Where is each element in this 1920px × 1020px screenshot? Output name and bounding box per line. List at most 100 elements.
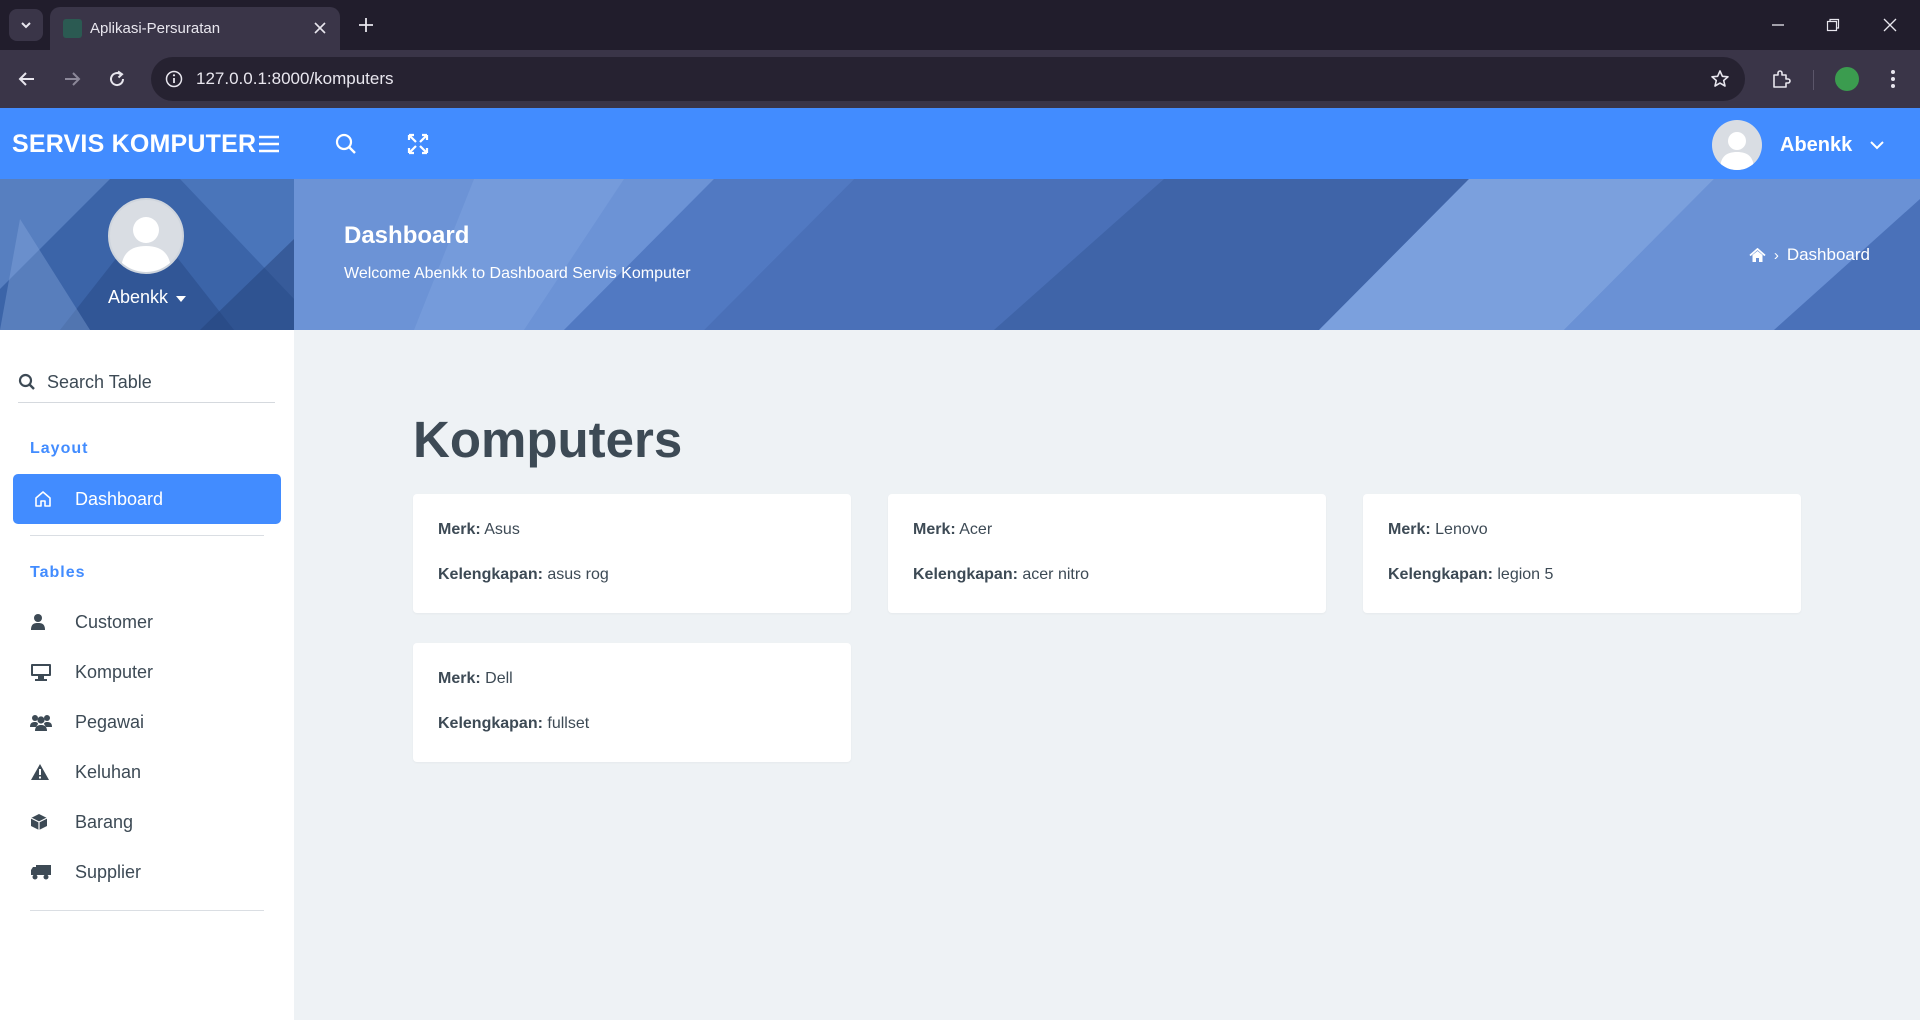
sidebar-item-supplier[interactable]: Supplier [30, 852, 280, 892]
kelengkapan-label: Kelengkapan: [913, 566, 1018, 583]
sidebar-profile: Abenkk [0, 179, 294, 330]
sidebar-heading-layout: Layout [30, 440, 89, 457]
sidebar-heading-tables: Tables [30, 564, 86, 581]
kelengkapan-value: legion 5 [1497, 566, 1554, 583]
sidebar-item-label: Pegawai [75, 711, 145, 732]
header-search-button[interactable] [330, 128, 362, 160]
breadcrumb-separator: › [1773, 246, 1779, 264]
kelengkapan-label: Kelengkapan: [438, 566, 543, 583]
kebab-menu-icon [1891, 70, 1895, 88]
tab-search-button[interactable] [9, 9, 43, 41]
merk-label: Merk: [1388, 521, 1431, 538]
kelengkapan-value: fullset [547, 715, 590, 732]
sidebar-item-keluhan[interactable]: Keluhan [30, 752, 280, 792]
page-title: Dashboard [344, 222, 470, 249]
reload-icon [110, 70, 125, 87]
plus-icon [359, 18, 373, 32]
profile-button[interactable] [1830, 62, 1864, 96]
header-user-name: Abenkk [1780, 133, 1853, 156]
komputer-card: Merk: Acer Kelengkapan: acer nitro [888, 494, 1326, 613]
arrow-left-icon [18, 72, 34, 86]
bookmark-button[interactable] [1709, 68, 1731, 90]
fullscreen-button[interactable] [402, 128, 434, 160]
page-subtitle: Welcome Abenkk to Dashboard Servis Kompu… [344, 265, 691, 282]
merk-label: Merk: [438, 521, 481, 538]
komputer-card: Merk: Dell Kelengkapan: fullset [413, 643, 851, 762]
kelengkapan-label: Kelengkapan: [438, 715, 543, 732]
search-icon [18, 373, 35, 390]
toolbar-divider [1813, 70, 1814, 90]
card-merk: Merk: Asus [438, 521, 520, 539]
caret-down-icon [176, 295, 187, 302]
profile-avatar-icon [1835, 67, 1859, 91]
new-tab-button[interactable] [352, 11, 380, 39]
search-table-input[interactable] [47, 369, 267, 395]
arrow-right-icon [65, 72, 81, 86]
card-kelengkapan: Kelengkapan: legion 5 [1388, 566, 1553, 584]
reload-button[interactable] [100, 62, 134, 96]
breadcrumb: › Dashboard [1749, 245, 1870, 265]
merk-label: Merk: [438, 670, 481, 687]
user-silhouette-icon [121, 217, 171, 272]
sidebar-divider [30, 535, 264, 536]
tab-title: Aplikasi-Persuratan [90, 20, 221, 37]
merk-value: Dell [485, 670, 513, 687]
browser-titlebar: Aplikasi-Persuratan [0, 0, 1920, 50]
sidebar-item-komputer[interactable]: Komputer [30, 652, 280, 692]
star-icon [1711, 70, 1729, 87]
merk-label: Merk: [913, 521, 956, 538]
close-icon [1883, 18, 1897, 32]
sidebar-item-label: Keluhan [75, 761, 142, 782]
banner-background [294, 179, 1920, 330]
warning-icon [30, 761, 56, 783]
url-text: 127.0.0.1:8000/komputers [196, 69, 394, 88]
back-button[interactable] [10, 62, 44, 96]
sidebar-divider [30, 910, 264, 911]
search-icon [335, 133, 356, 154]
merk-value: Lenovo [1435, 521, 1488, 538]
sidebar-user-menu[interactable]: Abenkk [0, 287, 294, 308]
card-merk: Merk: Lenovo [1388, 521, 1488, 539]
page-banner: Dashboard Welcome Abenkk to Dashboard Se… [294, 179, 1920, 330]
home-icon[interactable] [1749, 247, 1766, 263]
merk-value: Acer [959, 521, 993, 538]
merk-value: Asus [484, 521, 520, 538]
sidebar-item-label: Barang [75, 811, 134, 832]
card-kelengkapan: Kelengkapan: fullset [438, 715, 589, 733]
sidebar-avatar[interactable] [108, 198, 184, 274]
info-icon [165, 70, 183, 88]
restore-icon [1826, 18, 1840, 32]
truck-icon [30, 861, 56, 883]
sidebar-item-label: Dashboard [75, 488, 164, 509]
sidebar-item-dashboard[interactable]: Dashboard [13, 474, 281, 524]
user-silhouette-icon [1720, 132, 1754, 170]
minimize-button[interactable] [1760, 10, 1796, 40]
card-kelengkapan: Kelengkapan: acer nitro [913, 566, 1089, 584]
chevron-down-icon [1868, 136, 1886, 154]
tab-close-button[interactable] [310, 18, 330, 38]
extensions-button[interactable] [1764, 62, 1798, 96]
forward-button[interactable] [55, 62, 89, 96]
site-info-button[interactable] [163, 68, 185, 90]
kelengkapan-value: asus rog [547, 566, 609, 583]
card-kelengkapan: Kelengkapan: asus rog [438, 566, 609, 584]
sidebar-item-customer[interactable]: Customer [30, 602, 280, 642]
brand-title[interactable]: SERVIS KOMPUTER [12, 130, 256, 159]
sidebar-user-name: Abenkk [107, 287, 169, 307]
hamburger-icon [259, 135, 279, 153]
sidebar-item-barang[interactable]: Barang [30, 802, 280, 842]
sidebar-item-pegawai[interactable]: Pegawai [30, 702, 280, 742]
chevron-down-icon [21, 22, 31, 29]
home-icon [33, 489, 53, 509]
browser-tab[interactable]: Aplikasi-Persuratan [50, 7, 340, 50]
sidebar-toggle-button[interactable] [253, 128, 285, 160]
browser-menu-button[interactable] [1876, 62, 1910, 96]
address-bar[interactable]: 127.0.0.1:8000/komputers [151, 57, 1745, 101]
restore-button[interactable] [1815, 10, 1851, 40]
user-menu[interactable]: Abenkk [1712, 120, 1886, 170]
close-icon [314, 22, 326, 34]
user-icon [30, 611, 56, 633]
close-window-button[interactable] [1872, 10, 1908, 40]
avatar [1712, 120, 1762, 170]
card-merk: Merk: Acer [913, 521, 992, 539]
